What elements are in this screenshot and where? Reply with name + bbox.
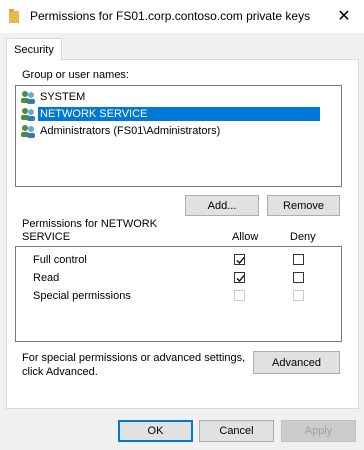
tab-security[interactable]: Security bbox=[6, 38, 62, 61]
allow-full-control-checkbox[interactable] bbox=[234, 254, 245, 265]
permission-row-full-control: Full control bbox=[16, 251, 341, 269]
title-bar: Permissions for FS01.corp.contoso.com pr… bbox=[0, 0, 364, 33]
list-item-label: NETWORK SERVICE bbox=[38, 106, 320, 121]
permission-name: Full control bbox=[33, 254, 87, 266]
deny-read-checkbox[interactable] bbox=[293, 272, 304, 283]
advanced-help-line1: For special permissions or advanced sett… bbox=[22, 352, 246, 364]
permission-name: Special permissions bbox=[33, 290, 131, 302]
permissions-list: Full control Read Special permissions bbox=[15, 246, 342, 342]
list-item-label: SYSTEM bbox=[40, 90, 86, 103]
add-button[interactable]: Add... bbox=[185, 195, 259, 216]
allow-read-checkbox[interactable] bbox=[234, 272, 245, 283]
users-icon bbox=[21, 124, 35, 138]
permission-row-special: Special permissions bbox=[16, 287, 341, 305]
allow-special-checkbox bbox=[234, 290, 245, 301]
group-user-list[interactable]: SYSTEM NETWORK SERVICE Administrators (F… bbox=[15, 85, 342, 187]
list-item-administrators[interactable]: Administrators (FS01\Administrators) bbox=[17, 122, 222, 139]
deny-full-control-checkbox[interactable] bbox=[293, 254, 304, 265]
remove-button[interactable]: Remove bbox=[267, 195, 340, 216]
list-item-label: Administrators (FS01\Administrators) bbox=[40, 124, 221, 137]
folder-icon bbox=[9, 9, 19, 23]
advanced-button[interactable]: Advanced bbox=[253, 351, 340, 374]
group-names-label: Group or user names: bbox=[22, 69, 129, 81]
list-item-network-service[interactable]: NETWORK SERVICE bbox=[17, 105, 320, 122]
window-title: Permissions for FS01.corp.contoso.com pr… bbox=[30, 9, 311, 23]
permission-name: Read bbox=[33, 272, 60, 284]
allow-column-header: Allow bbox=[232, 231, 259, 243]
permission-row-read: Read bbox=[16, 269, 341, 287]
list-item-system[interactable]: SYSTEM bbox=[17, 88, 87, 105]
deny-column-header: Deny bbox=[290, 231, 316, 243]
close-button[interactable]: ✕ bbox=[324, 0, 364, 32]
apply-button: Apply bbox=[281, 420, 356, 442]
cancel-button[interactable]: Cancel bbox=[199, 420, 274, 442]
permissions-label-line1: Permissions for NETWORK bbox=[22, 218, 158, 230]
users-icon bbox=[21, 107, 35, 121]
ok-button[interactable]: OK bbox=[118, 420, 193, 442]
users-icon bbox=[21, 90, 35, 104]
advanced-help-line2: click Advanced. bbox=[22, 366, 98, 378]
permissions-label-line2: SERVICE bbox=[22, 231, 71, 243]
deny-special-checkbox bbox=[293, 290, 304, 301]
